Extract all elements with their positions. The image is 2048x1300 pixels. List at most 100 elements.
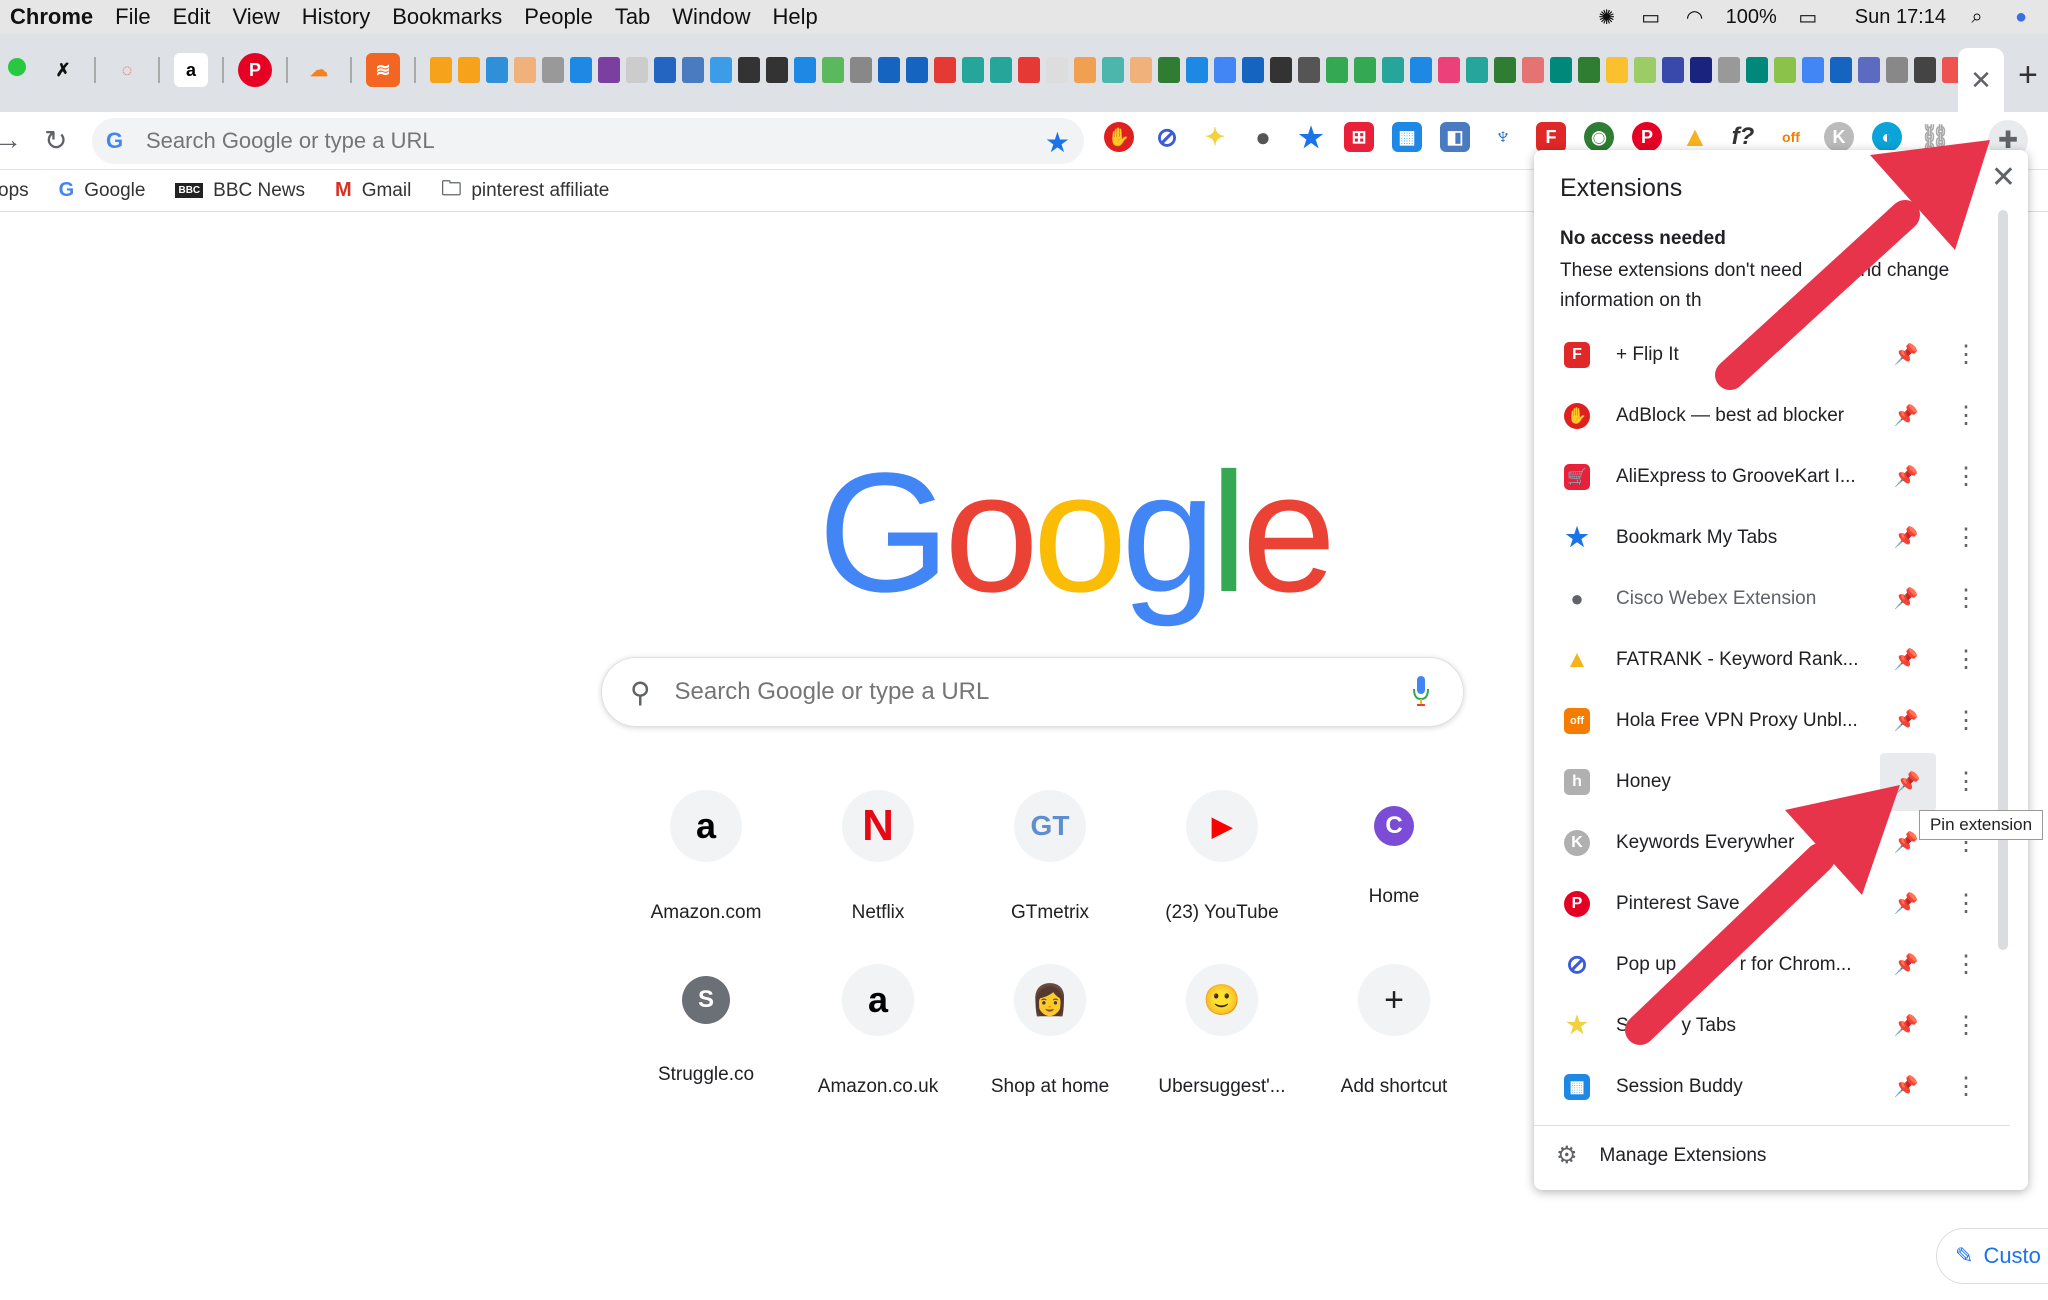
manage-extensions-button[interactable]: ⚙ Manage Extensions [1534, 1125, 2010, 1185]
tab-favicon[interactable] [1326, 57, 1348, 83]
extension-row-honey[interactable]: h Honey 📌 ⋮ [1534, 751, 2010, 812]
tab-favicon[interactable] [738, 57, 760, 83]
more-vert-icon[interactable]: ⋮ [1954, 1011, 1978, 1040]
hola-vpn-icon[interactable]: off [1776, 122, 1806, 152]
tab-favicon[interactable] [962, 57, 984, 83]
tab-favicon[interactable] [1522, 57, 1544, 83]
window-zoom-button[interactable] [8, 58, 26, 76]
forward-icon[interactable]: → [0, 124, 22, 156]
tab-amazon[interactable]: a [174, 53, 208, 87]
more-vert-icon[interactable]: ⋮ [1954, 523, 1978, 552]
tab-favicon[interactable] [1410, 57, 1432, 83]
more-vert-icon[interactable]: ⋮ [1954, 706, 1978, 735]
tab-favicon[interactable] [766, 57, 788, 83]
pin-icon[interactable]: 📌 [1886, 944, 1926, 984]
tab-favicon[interactable] [1074, 57, 1096, 83]
function-icon[interactable]: f? [1728, 122, 1758, 152]
menu-file[interactable]: File [115, 4, 150, 30]
more-vert-icon[interactable]: ⋮ [1954, 462, 1978, 491]
close-icon[interactable]: ✕ [1991, 160, 2016, 195]
extension-icon[interactable]: ◐ [1872, 122, 1902, 152]
menu-people[interactable]: People [524, 4, 593, 30]
extension-row-popup-blocker[interactable]: ⊘ Pop up r for Chrom... 📌 ⋮ [1534, 934, 2010, 995]
tab-favicon[interactable] [1242, 57, 1264, 83]
popup-blocker-icon[interactable]: ⊘ [1152, 122, 1182, 152]
tab-favicon[interactable] [906, 57, 928, 83]
menu-view[interactable]: View [233, 4, 280, 30]
more-vert-icon[interactable]: ⋮ [1954, 767, 1978, 796]
more-vert-icon[interactable]: ⋮ [1954, 889, 1978, 918]
shortcut-shop-at-home[interactable]: 👩 Shop at home [964, 964, 1136, 1098]
webex-icon[interactable]: ● [1248, 122, 1278, 152]
tab-favicon[interactable] [1550, 57, 1572, 83]
extension-row-flip-it[interactable]: F + Flip It 📌 ⋮ [1534, 324, 2010, 385]
tab-pinned-2[interactable]: ◌ [110, 53, 144, 87]
tab-pinterest[interactable]: P [238, 53, 272, 87]
shortcut-amazon-com[interactable]: a Amazon.com [620, 790, 792, 924]
menu-window[interactable]: Window [672, 4, 750, 30]
tab-favicon[interactable] [1858, 57, 1880, 83]
extension-icon[interactable]: ◧ [1440, 122, 1470, 152]
extension-icon[interactable]: ♆ [1488, 122, 1518, 152]
tab-favicon[interactable] [1718, 57, 1740, 83]
ntp-search-input[interactable] [672, 677, 1373, 707]
pin-icon[interactable]: 📌 [1886, 517, 1926, 557]
pin-icon[interactable]: 📌 [1886, 639, 1926, 679]
tab-favicon[interactable] [1158, 57, 1180, 83]
pin-icon[interactable]: 📌 [1886, 883, 1926, 923]
tab-favicon[interactable] [710, 57, 732, 83]
tab-favicon[interactable] [1914, 57, 1936, 83]
tab-favicon[interactable] [1634, 57, 1656, 83]
more-vert-icon[interactable]: ⋮ [1954, 584, 1978, 613]
microphone-icon[interactable] [1413, 676, 1429, 706]
menu-edit[interactable]: Edit [173, 4, 211, 30]
tab-favicon[interactable] [1466, 57, 1488, 83]
tab-favicon[interactable] [1270, 57, 1292, 83]
more-vert-icon[interactable]: ⋮ [1954, 645, 1978, 674]
tab-favicon[interactable] [1214, 57, 1236, 83]
airplay-icon[interactable]: ▭ [1638, 6, 1664, 29]
link-icon[interactable]: ⛓ [1920, 122, 1950, 152]
tab-favicon[interactable] [542, 57, 564, 83]
shortcut-netflix[interactable]: N Netflix [792, 790, 964, 924]
tab-rss[interactable]: ≋ [366, 53, 400, 87]
tab-favicon[interactable] [598, 57, 620, 83]
battery-icon[interactable]: ▭ [1795, 6, 1821, 29]
shortcut-amazon-co-uk[interactable]: a Amazon.co.uk [792, 964, 964, 1098]
shortcut-youtube[interactable]: ▶ (23) YouTube [1136, 790, 1308, 924]
shortcut-struggle[interactable]: S Struggle.co [620, 964, 792, 1098]
tab-favicon[interactable] [1690, 57, 1712, 83]
extension-row-fatrank[interactable]: ▲ FATRANK - Keyword Rank... 📌 ⋮ [1534, 629, 2010, 690]
creative-cloud-icon[interactable]: ✺ [1594, 6, 1620, 29]
siri-icon[interactable]: ● [2008, 6, 2034, 28]
reload-icon[interactable]: ↻ [44, 124, 67, 157]
extension-row-pinterest-save[interactable]: P Pinterest Save 📌 ⋮ [1534, 873, 2010, 934]
active-tab-close-icon[interactable]: ✕ [1958, 48, 2004, 112]
customize-button[interactable]: ✎ Custo [1936, 1228, 2048, 1284]
pin-icon[interactable]: 📌 [1880, 753, 1936, 811]
tab-favicon[interactable] [1746, 57, 1768, 83]
tab-favicon[interactable] [682, 57, 704, 83]
tab-favicon[interactable] [1298, 57, 1320, 83]
shortcut-gtmetrix[interactable]: GT GTmetrix [964, 790, 1136, 924]
new-tab-button[interactable]: + [2018, 56, 2038, 95]
tab-favicon[interactable] [430, 57, 452, 83]
tab-favicon[interactable] [1018, 57, 1040, 83]
extension-row-cisco-webex[interactable]: ● Cisco Webex Extension 📌 ⋮ [1534, 568, 2010, 629]
bookmark-apps[interactable]: ops [0, 180, 29, 202]
tab-favicon[interactable] [654, 57, 676, 83]
bookmark-folder-pinterest-affiliate[interactable]: 🗀 pinterest affiliate [441, 174, 609, 208]
tab-favicon[interactable] [486, 57, 508, 83]
tab-favicon[interactable] [878, 57, 900, 83]
wifi-icon[interactable]: ◠ [1682, 6, 1708, 29]
pin-icon[interactable]: 📌 [1886, 1005, 1926, 1045]
tab-favicon[interactable] [514, 57, 536, 83]
menu-tab[interactable]: Tab [615, 4, 650, 30]
menu-app-chrome[interactable]: Chrome [10, 4, 93, 30]
tab-favicon[interactable] [1578, 57, 1600, 83]
tab-cloudflare[interactable]: ☁ [302, 53, 336, 87]
tab-favicon[interactable] [570, 57, 592, 83]
extension-row-aliexpress[interactable]: 🛒 AliExpress to GrooveKart I... 📌 ⋮ [1534, 446, 2010, 507]
more-vert-icon[interactable]: ⋮ [1954, 340, 1978, 369]
tab-favicon[interactable] [850, 57, 872, 83]
